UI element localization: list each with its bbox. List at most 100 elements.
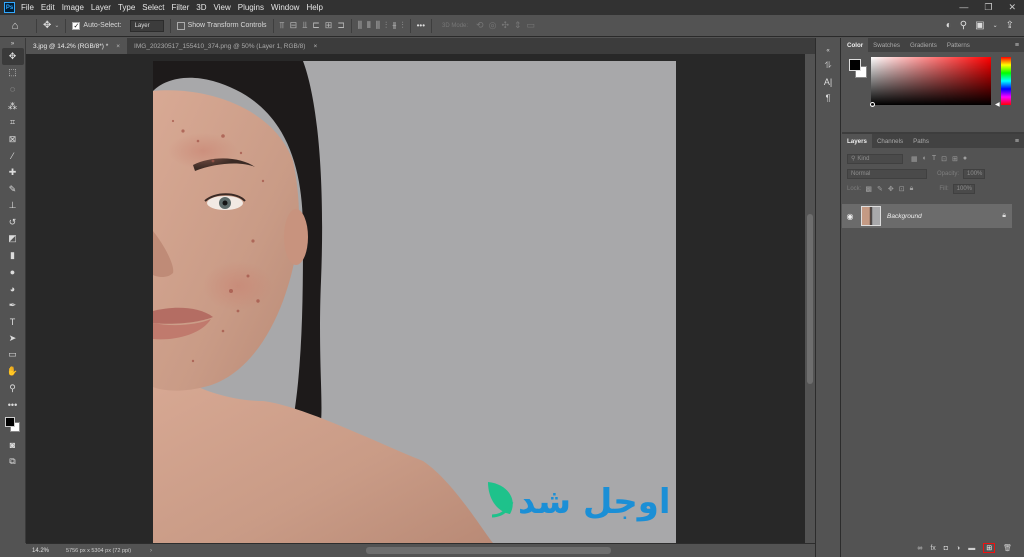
new-layer-icon[interactable]: ⊞ (983, 543, 996, 553)
transform-controls-checkbox[interactable] (176, 21, 185, 30)
tab-gradients[interactable]: Gradients (905, 38, 942, 52)
lock-position-icon[interactable]: ✥ (888, 185, 894, 193)
distribute-bottom-icon[interactable]: ⫼ (376, 20, 380, 31)
close-icon[interactable]: × (116, 43, 120, 50)
gradient-tool-icon[interactable]: ▮ (2, 247, 24, 264)
search-icon[interactable]: ⚲ (960, 20, 967, 31)
eyedropper-tool-icon[interactable]: ⁄ (2, 148, 24, 165)
distribute-top-icon[interactable]: ⫼ (358, 20, 362, 31)
menu-select[interactable]: Select (142, 3, 164, 12)
collapse-panels-icon[interactable]: « (826, 48, 829, 54)
tab-paths[interactable]: Paths (908, 134, 934, 148)
menu-plugins[interactable]: Plugins (238, 3, 264, 12)
menu-help[interactable]: Help (306, 3, 322, 12)
eye-icon[interactable]: ◉ (842, 212, 858, 221)
align-left-icon[interactable]: ⊏ (312, 20, 320, 31)
filter-pixel-icon[interactable]: ▦ (911, 155, 918, 163)
minimize-icon[interactable]: — (959, 2, 968, 13)
color-picker-cursor[interactable] (870, 102, 875, 107)
tab-swatches[interactable]: Swatches (868, 38, 905, 52)
distribute-right-icon[interactable]: ⫶ (401, 20, 403, 31)
panel-menu-icon[interactable]: ≡ (1015, 138, 1019, 145)
distribute-hcenter-icon[interactable]: ⫵ (392, 20, 396, 31)
align-bottom-icon[interactable]: ⫫ (302, 20, 307, 31)
screen-mode-icon[interactable]: ⧉ (2, 454, 24, 471)
tab-color[interactable]: Color (842, 38, 869, 52)
crop-tool-icon[interactable]: ⌗ (2, 114, 24, 131)
path-selection-tool-icon[interactable]: ➤ (2, 330, 24, 347)
adjustment-layer-icon[interactable]: ◑ (956, 545, 960, 552)
menu-edit[interactable]: Edit (41, 3, 55, 12)
lock-all-icon[interactable]: 🔒︎ (910, 185, 914, 193)
3d-roll-icon[interactable]: ◎ (489, 20, 497, 31)
distribute-left-icon[interactable]: ⫶ (385, 20, 387, 31)
link-layers-icon[interactable]: ∞ (917, 545, 922, 552)
color-swatches[interactable] (2, 415, 24, 437)
marquee-tool-icon[interactable]: ⬚ (2, 65, 24, 82)
quick-mask-icon[interactable]: ◙ (2, 437, 24, 454)
auto-select-dropdown[interactable]: Layer (129, 19, 164, 32)
blur-tool-icon[interactable]: ● (2, 264, 24, 281)
tab-layers[interactable]: Layers (842, 134, 872, 148)
tab-channels[interactable]: Channels (872, 134, 908, 148)
menu-file[interactable]: File (21, 3, 34, 12)
vertical-scrollbar[interactable] (805, 54, 815, 543)
menu-image[interactable]: Image (62, 3, 84, 12)
tab-img-png[interactable]: IMG_20230517_155410_374.png @ 50% (Layer… (127, 38, 324, 54)
foreground-color-swatch[interactable] (4, 417, 15, 428)
trash-icon[interactable]: 🗑︎ (1003, 544, 1012, 552)
layer-row-background[interactable]: ◉ Background 🔒︎ (842, 204, 1012, 228)
tab-patterns[interactable]: Patterns (942, 38, 975, 52)
restore-icon[interactable]: ❐ (984, 2, 992, 13)
menu-window[interactable]: Window (271, 3, 299, 12)
hand-tool-icon[interactable]: ✋ (2, 363, 24, 380)
horizontal-scroll-thumb[interactable] (366, 547, 611, 554)
magic-wand-tool-icon[interactable]: ⁂ (2, 98, 24, 115)
eraser-tool-icon[interactable]: ◩ (2, 231, 24, 248)
menu-layer[interactable]: Layer (91, 3, 111, 12)
collapse-toolbar-icon[interactable]: » (2, 40, 24, 48)
edit-toolbar-icon[interactable]: ••• (2, 396, 24, 413)
filter-toggle-icon[interactable]: ● (963, 155, 967, 163)
type-tool-icon[interactable]: T (2, 314, 24, 331)
clone-stamp-tool-icon[interactable]: ⊥ (2, 197, 24, 214)
align-vcenter-icon[interactable]: ⊟ (290, 20, 298, 31)
fill-field[interactable]: 100% (952, 183, 975, 194)
menu-3d[interactable]: 3D (196, 3, 206, 12)
history-panel-icon[interactable]: ⥮ (825, 60, 832, 71)
canvas-area[interactable]: اوجل شد (26, 54, 805, 543)
3d-orbit-icon[interactable]: ⟲ (476, 20, 484, 31)
distribute-vcenter-icon[interactable]: ⫴ (367, 20, 371, 31)
align-hcenter-icon[interactable]: ⊞ (325, 20, 333, 31)
blend-mode-dropdown[interactable]: Normal (847, 168, 927, 179)
panel-menu-icon[interactable]: ≡ (1015, 42, 1019, 49)
close-icon[interactable]: × (313, 43, 317, 50)
menu-view[interactable]: View (214, 3, 231, 12)
filter-shape-icon[interactable]: ⊡ (941, 155, 947, 163)
move-tool-icon[interactable]: ✥ (43, 20, 51, 31)
align-top-icon[interactable]: ⫪ (280, 20, 285, 31)
document-canvas[interactable]: اوجل شد (153, 61, 676, 543)
brush-tool-icon[interactable]: ✎ (2, 181, 24, 198)
3d-slide-icon[interactable]: ⇕ (514, 20, 522, 31)
share-icon[interactable]: ◐ (946, 20, 952, 31)
workspace-icon[interactable]: ▣ (975, 20, 984, 31)
share-export-icon[interactable]: ⇪ (1006, 20, 1014, 31)
filter-smart-object-icon[interactable]: ⊞ (952, 155, 958, 163)
3d-pan-icon[interactable]: ✣ (501, 20, 509, 31)
menu-type[interactable]: Type (118, 3, 135, 12)
chevron-down-icon[interactable]: ⌄ (54, 22, 59, 29)
zoom-tool-icon[interactable]: ⚲ (2, 380, 24, 397)
filter-adjustment-icon[interactable]: ◐ (923, 155, 927, 163)
auto-select-checkbox[interactable]: ✓ (72, 21, 81, 30)
filter-kind-dropdown[interactable]: ⚲ Kind (847, 153, 903, 164)
zoom-level[interactable]: 14.2% (26, 548, 66, 554)
opacity-field[interactable]: 100% (963, 168, 986, 179)
3d-scale-icon[interactable]: ▭ (527, 20, 536, 31)
history-brush-tool-icon[interactable]: ↺ (2, 214, 24, 231)
color-picker-field[interactable] (871, 57, 991, 105)
status-menu-arrow[interactable]: › (150, 548, 152, 554)
dodge-tool-icon[interactable]: ◕ (2, 280, 24, 297)
hue-slider[interactable] (1001, 57, 1011, 105)
foreground-color-swatch[interactable] (849, 59, 861, 71)
